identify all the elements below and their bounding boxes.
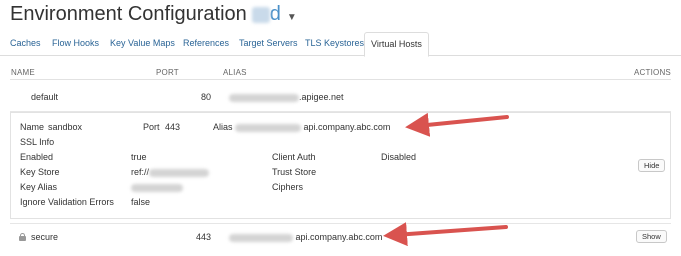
client-auth-value: Disabled (381, 152, 417, 162)
redacted-key-store (149, 168, 210, 177)
column-header-alias: ALIAS (223, 68, 247, 77)
detail-alias-value: api.company.abc.com (235, 122, 390, 132)
row-alias: api.company.abc.com (229, 232, 382, 242)
environment-selector[interactable]: d (251, 3, 281, 26)
tab-key-value-maps[interactable]: Key Value Maps (104, 32, 181, 56)
row-alias: .apigee.net (229, 92, 344, 102)
virtual-host-detail-sandbox: Name sandbox Port 443 Alias api.company.… (10, 112, 671, 219)
detail-alias-text: api.company.abc.com (303, 122, 391, 132)
column-header-port: PORT (156, 68, 179, 77)
hide-button[interactable]: Hide (638, 159, 666, 172)
ciphers-label: Ciphers (272, 182, 304, 192)
table-row-secure[interactable]: secure 443 api.company.abc.com Show (10, 223, 671, 249)
trust-store-label: Trust Store (272, 167, 317, 177)
key-store-value: ref:// (131, 167, 210, 177)
environment-name-suffix: d (269, 3, 281, 25)
page-title: Environment Configuration (10, 3, 247, 25)
column-header-actions: ACTIONS (634, 68, 671, 77)
lock-icon (19, 233, 26, 241)
tab-caches[interactable]: Caches (4, 32, 47, 56)
detail-port-label: Port (143, 122, 160, 132)
row-port: 443 (196, 232, 212, 242)
key-store-label: Key Store (20, 167, 60, 177)
key-alias-value (131, 182, 183, 192)
show-button[interactable]: Show (636, 230, 667, 243)
redacted-environment-name (251, 6, 270, 23)
enabled-value: true (131, 152, 147, 162)
detail-port-value: 443 (165, 122, 181, 132)
redacted-alias-prefix (229, 233, 293, 242)
tab-bar: Caches Flow Hooks Key Value Maps Referen… (0, 32, 681, 57)
tab-tls-keystores[interactable]: TLS Keystores (299, 32, 370, 56)
ssl-info-label: SSL Info (20, 137, 55, 147)
table-row-default[interactable]: default 80 .apigee.net (10, 80, 671, 112)
key-alias-label: Key Alias (20, 182, 58, 192)
detail-name-label: Name (20, 122, 45, 132)
ignore-validation-errors-label: Ignore Validation Errors (20, 197, 114, 207)
row-port: 80 (201, 92, 212, 102)
redacted-alias (229, 93, 299, 102)
row-alias-text: api.company.abc.com (295, 232, 383, 242)
page-header: Environment Configuration d ▼ (10, 3, 297, 31)
enabled-label: Enabled (20, 152, 54, 162)
tab-virtual-hosts[interactable]: Virtual Hosts (364, 32, 429, 57)
row-name: secure (31, 232, 59, 242)
key-store-prefix: ref:// (131, 167, 150, 177)
row-alias-suffix: .apigee.net (299, 92, 344, 102)
tab-flow-hooks[interactable]: Flow Hooks (46, 32, 105, 56)
row-name: default (31, 92, 59, 102)
tab-references[interactable]: References (177, 32, 235, 56)
redacted-key-alias (131, 183, 183, 192)
detail-name-value: sandbox (48, 122, 83, 132)
column-header-name: NAME (11, 68, 35, 77)
redacted-alias-prefix (235, 123, 301, 132)
client-auth-label: Client Auth (272, 152, 316, 162)
chevron-down-icon[interactable]: ▼ (287, 12, 297, 23)
detail-alias-label: Alias (213, 122, 233, 132)
tab-target-servers[interactable]: Target Servers (233, 32, 304, 56)
ignore-validation-errors-value: false (131, 197, 151, 207)
